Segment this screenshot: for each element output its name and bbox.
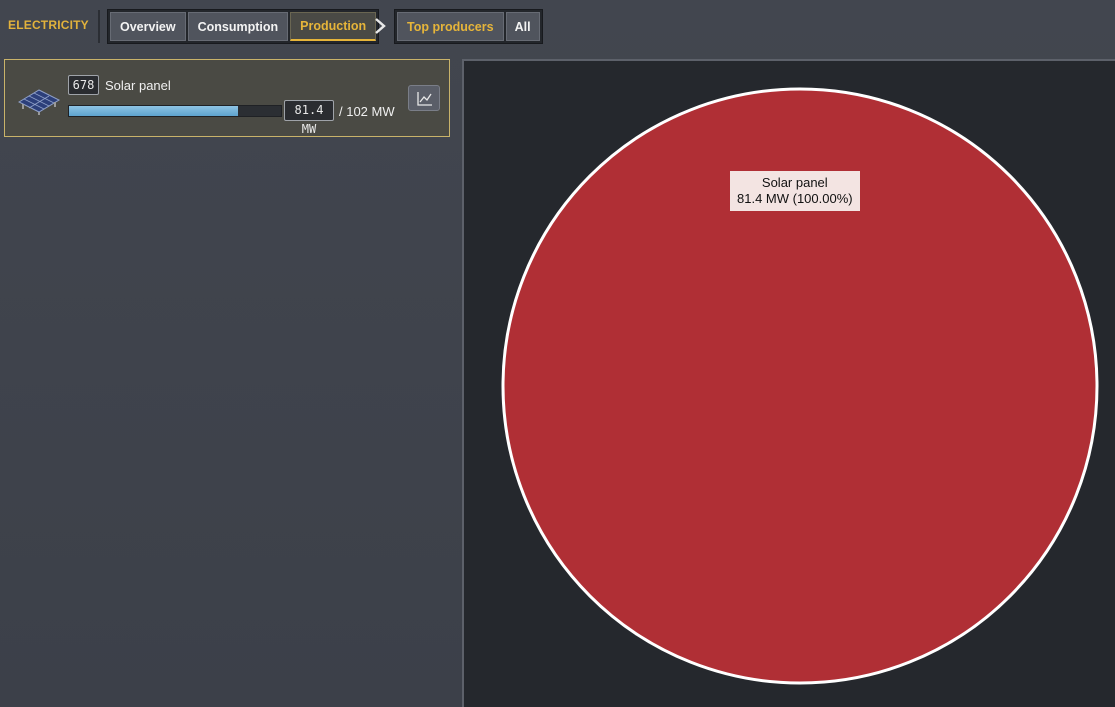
slice-tooltip: Solar panel 81.4 MW (100.00%): [730, 171, 860, 211]
producer-count: 678: [68, 75, 99, 95]
graph-button[interactable]: [408, 85, 440, 111]
producer-capacity: / 102 MW: [339, 104, 395, 119]
header-divider: [98, 10, 100, 43]
line-chart-icon: [417, 92, 432, 106]
producer-row-solar-panel[interactable]: 678 Solar panel 81.4 MW / 102 MW: [4, 59, 450, 137]
tab-all[interactable]: All: [505, 12, 540, 41]
chevron-right-icon: [375, 18, 386, 34]
slice-tooltip-name: Solar panel: [761, 175, 828, 190]
tab-production[interactable]: Production: [290, 12, 377, 41]
slice-tooltip-value: 81.4 MW (100.00%): [737, 191, 853, 206]
pie-chart-panel: Solar panel 81.4 MW (100.00%): [462, 59, 1115, 707]
tab-top-producers[interactable]: Top producers: [397, 12, 504, 41]
section-title: ELECTRICITY: [8, 18, 89, 32]
solar-panel-icon: [17, 89, 61, 115]
sub-tabs: Top producers All: [394, 9, 543, 44]
production-bar-fill: [69, 106, 239, 116]
production-bar: [68, 105, 282, 117]
producer-output: 81.4 MW: [284, 100, 334, 136]
main-tabs: Overview Consumption Production: [107, 9, 380, 44]
tab-consumption[interactable]: Consumption: [187, 12, 289, 41]
electricity-window: ELECTRICITY Overview Consumption Product…: [0, 0, 1115, 707]
pie-chart: [501, 87, 1099, 685]
tab-overview[interactable]: Overview: [110, 12, 186, 41]
producer-name: Solar panel: [105, 78, 171, 93]
header-bar: ELECTRICITY Overview Consumption Product…: [0, 0, 1115, 54]
